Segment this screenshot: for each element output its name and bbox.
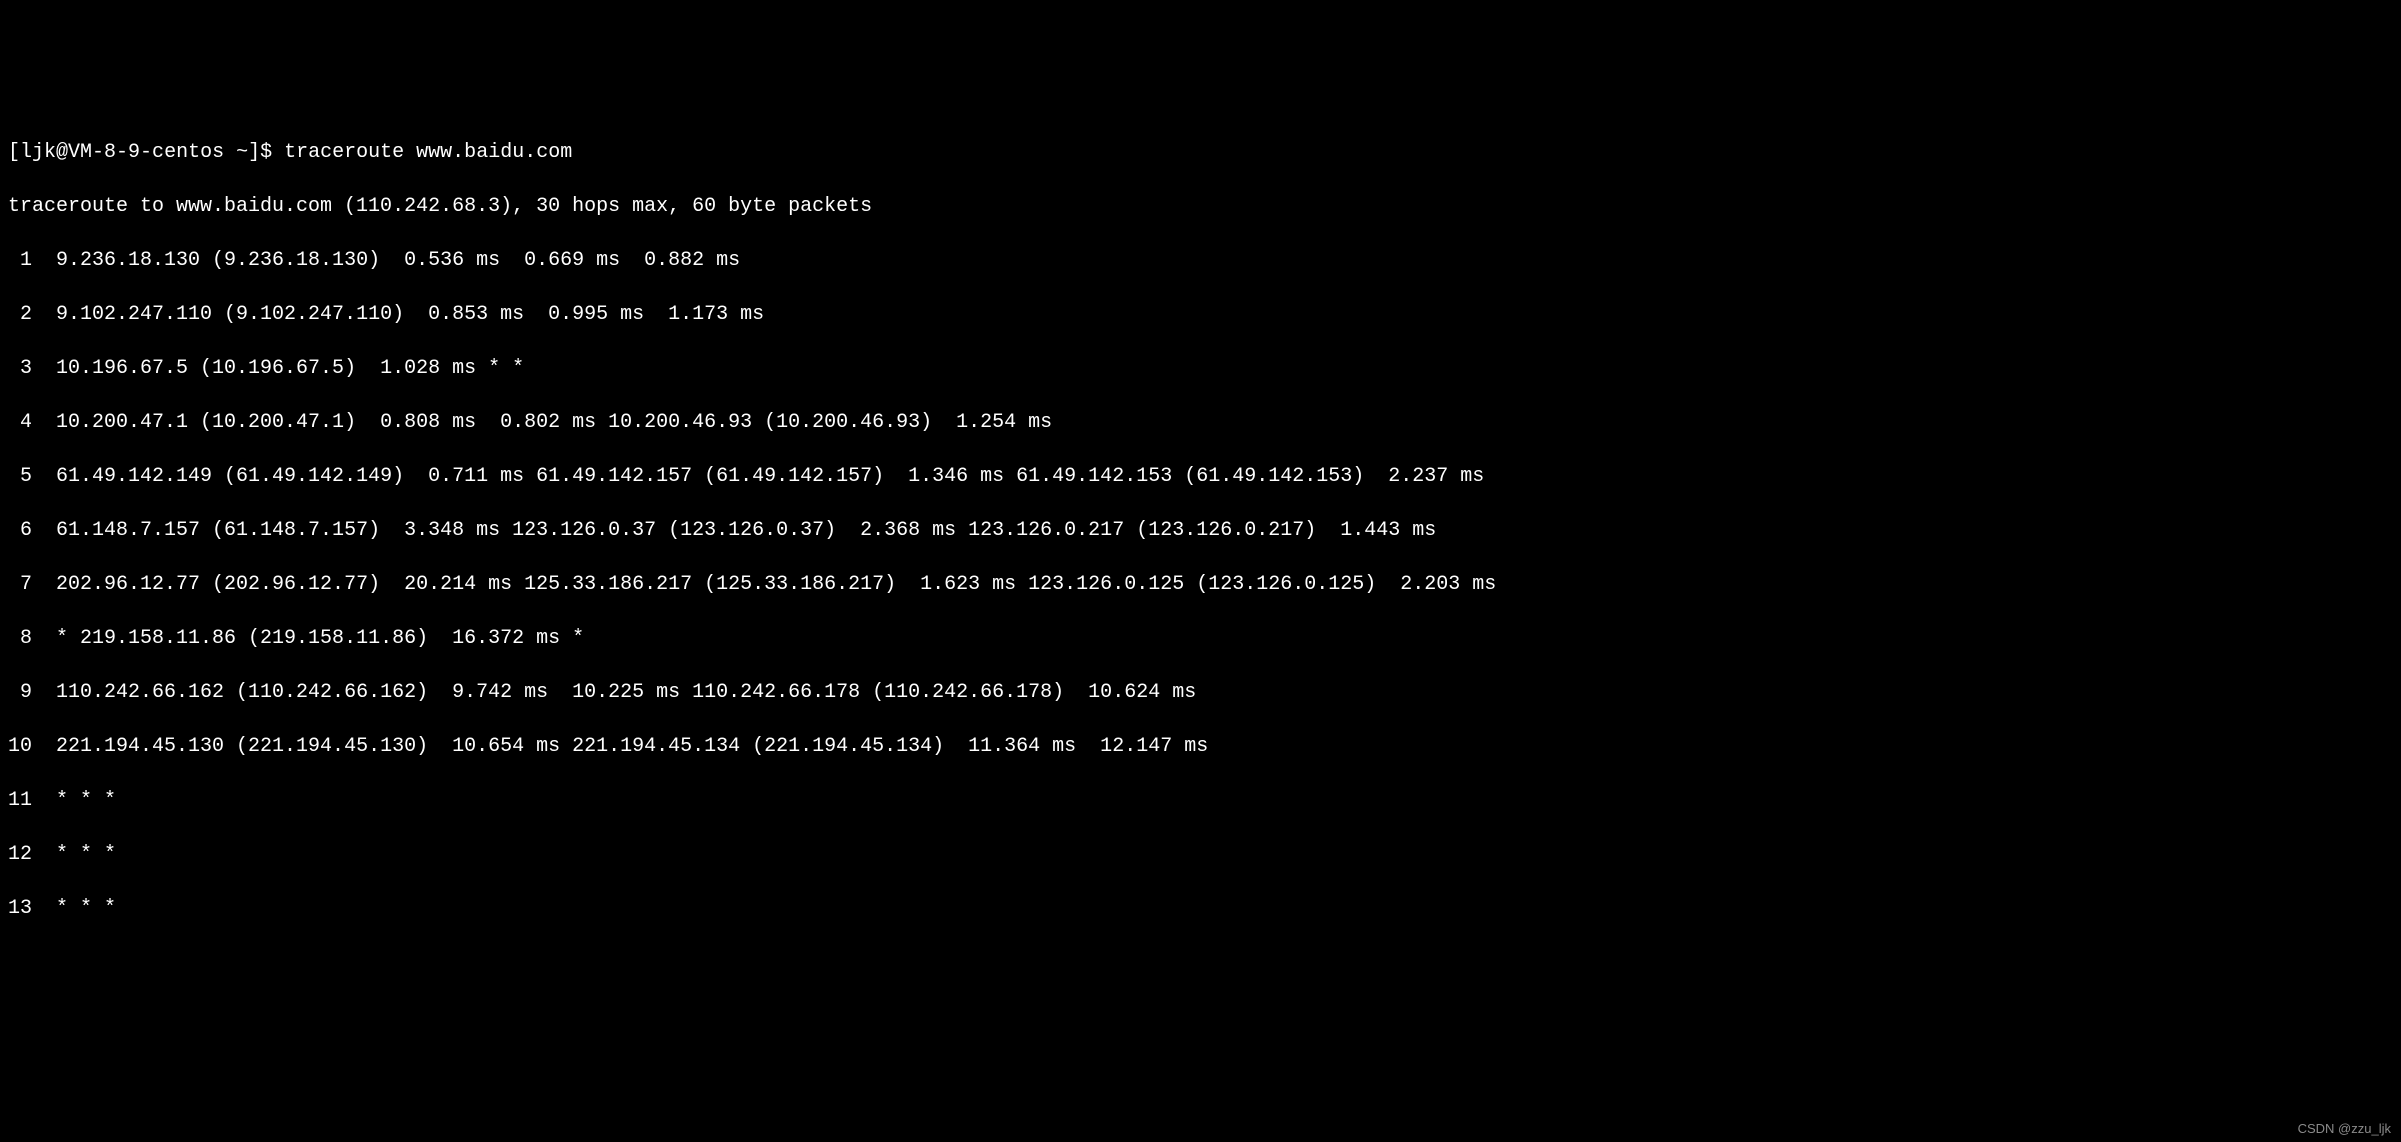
hop-line-2: 2 9.102.247.110 (9.102.247.110) 0.853 ms… [8,301,2393,328]
prompt-dir: ~ [236,141,248,164]
hop-detail: * 219.158.11.86 (219.158.11.86) 16.372 m… [56,627,584,650]
hop-number: 7 [8,571,32,598]
hop-detail: 9.102.247.110 (9.102.247.110) 0.853 ms 0… [56,303,764,326]
hop-number: 8 [8,625,32,652]
hop-number: 4 [8,409,32,436]
hop-number: 2 [8,301,32,328]
hop-line-8: 8 * 219.158.11.86 (219.158.11.86) 16.372… [8,625,2393,652]
hop-number: 13 [8,895,32,922]
hop-detail: 9.236.18.130 (9.236.18.130) 0.536 ms 0.6… [56,249,740,272]
hop-detail: 61.148.7.157 (61.148.7.157) 3.348 ms 123… [56,519,1436,542]
hop-detail: 10.196.67.5 (10.196.67.5) 1.028 ms * * [56,357,524,380]
hop-number: 9 [8,679,32,706]
hop-number: 11 [8,787,32,814]
hop-line-10: 10 221.194.45.130 (221.194.45.130) 10.65… [8,733,2393,760]
hop-detail: * * * [56,897,116,920]
hop-line-4: 4 10.200.47.1 (10.200.47.1) 0.808 ms 0.8… [8,409,2393,436]
hop-line-7: 7 202.96.12.77 (202.96.12.77) 20.214 ms … [8,571,2393,598]
hop-line-9: 9 110.242.66.162 (110.242.66.162) 9.742 … [8,679,2393,706]
hop-line-12: 12 * * * [8,841,2393,868]
command-text: traceroute www.baidu.com [284,141,572,164]
hop-detail: 221.194.45.130 (221.194.45.130) 10.654 m… [56,735,1208,758]
hop-number: 12 [8,841,32,868]
hop-number: 10 [8,733,32,760]
hop-detail: * * * [56,843,116,866]
hop-line-3: 3 10.196.67.5 (10.196.67.5) 1.028 ms * * [8,355,2393,382]
watermark-text: CSDN @zzu_ljk [2298,1120,2391,1138]
hop-detail: 202.96.12.77 (202.96.12.77) 20.214 ms 12… [56,573,1496,596]
hop-line-13: 13 * * * [8,895,2393,922]
hop-line-11: 11 * * * [8,787,2393,814]
terminal-output: [ljk@VM-8-9-centos ~]$ traceroute www.ba… [8,112,2393,949]
hop-line-5: 5 61.49.142.149 (61.49.142.149) 0.711 ms… [8,463,2393,490]
hop-detail: 61.49.142.149 (61.49.142.149) 0.711 ms 6… [56,465,1484,488]
hop-detail: 110.242.66.162 (110.242.66.162) 9.742 ms… [56,681,1196,704]
hop-line-1: 1 9.236.18.130 (9.236.18.130) 0.536 ms 0… [8,247,2393,274]
hop-number: 5 [8,463,32,490]
prompt-symbol: $ [260,141,272,164]
hop-detail: * * * [56,789,116,812]
prompt-host: VM-8-9-centos [68,141,224,164]
traceroute-header: traceroute to www.baidu.com (110.242.68.… [8,193,2393,220]
hop-number: 1 [8,247,32,274]
hop-detail: 10.200.47.1 (10.200.47.1) 0.808 ms 0.802… [56,411,1052,434]
prompt-user: ljk [20,141,56,164]
hop-number: 3 [8,355,32,382]
hop-line-6: 6 61.148.7.157 (61.148.7.157) 3.348 ms 1… [8,517,2393,544]
command-prompt-line: [ljk@VM-8-9-centos ~]$ traceroute www.ba… [8,139,2393,166]
hop-number: 6 [8,517,32,544]
